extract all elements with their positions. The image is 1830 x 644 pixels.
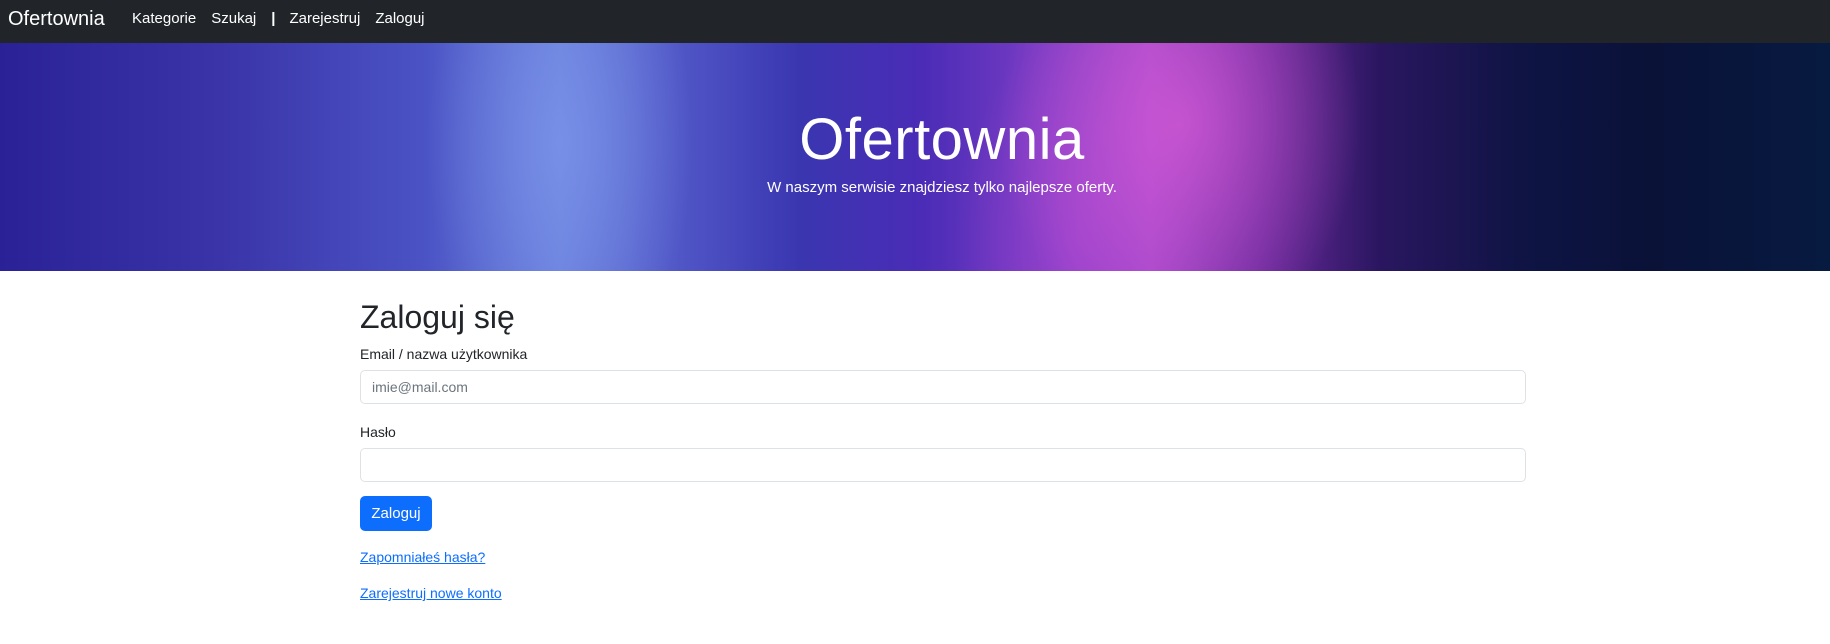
forgot-password-link[interactable]: Zapomniałeś hasła? — [360, 548, 485, 566]
top-navbar: Ofertownia Kategorie Szukaj | Zarejestru… — [0, 0, 1830, 43]
nav-item-zaloguj[interactable]: Zaloguj — [375, 10, 424, 28]
login-submit-button[interactable]: Zaloguj — [360, 496, 432, 531]
password-input[interactable] — [360, 448, 1526, 482]
hero-subtitle: W naszym serwisie znajdziesz tylko najle… — [767, 179, 1117, 196]
email-label: Email / nazwa użytkownika — [360, 346, 528, 362]
nav-item-kategorie[interactable]: Kategorie — [132, 10, 196, 28]
page-title: Zaloguj się — [360, 299, 515, 335]
hero-banner: Ofertownia W naszym serwisie znajdziesz … — [0, 43, 1830, 271]
navbar-brand[interactable]: Ofertownia — [8, 7, 105, 31]
nav-item-zarejestruj[interactable]: Zarejestruj — [289, 10, 360, 28]
nav-separator: | — [271, 10, 276, 27]
nav-item-szukaj[interactable]: Szukaj — [211, 10, 256, 28]
register-account-link[interactable]: Zarejestruj nowe konto — [360, 584, 502, 602]
password-label: Hasło — [360, 424, 396, 440]
navbar-links: Kategorie Szukaj | Zarejestruj Zaloguj — [132, 10, 425, 28]
email-input[interactable] — [360, 370, 1526, 404]
hero-title: Ofertownia — [799, 107, 1085, 172]
